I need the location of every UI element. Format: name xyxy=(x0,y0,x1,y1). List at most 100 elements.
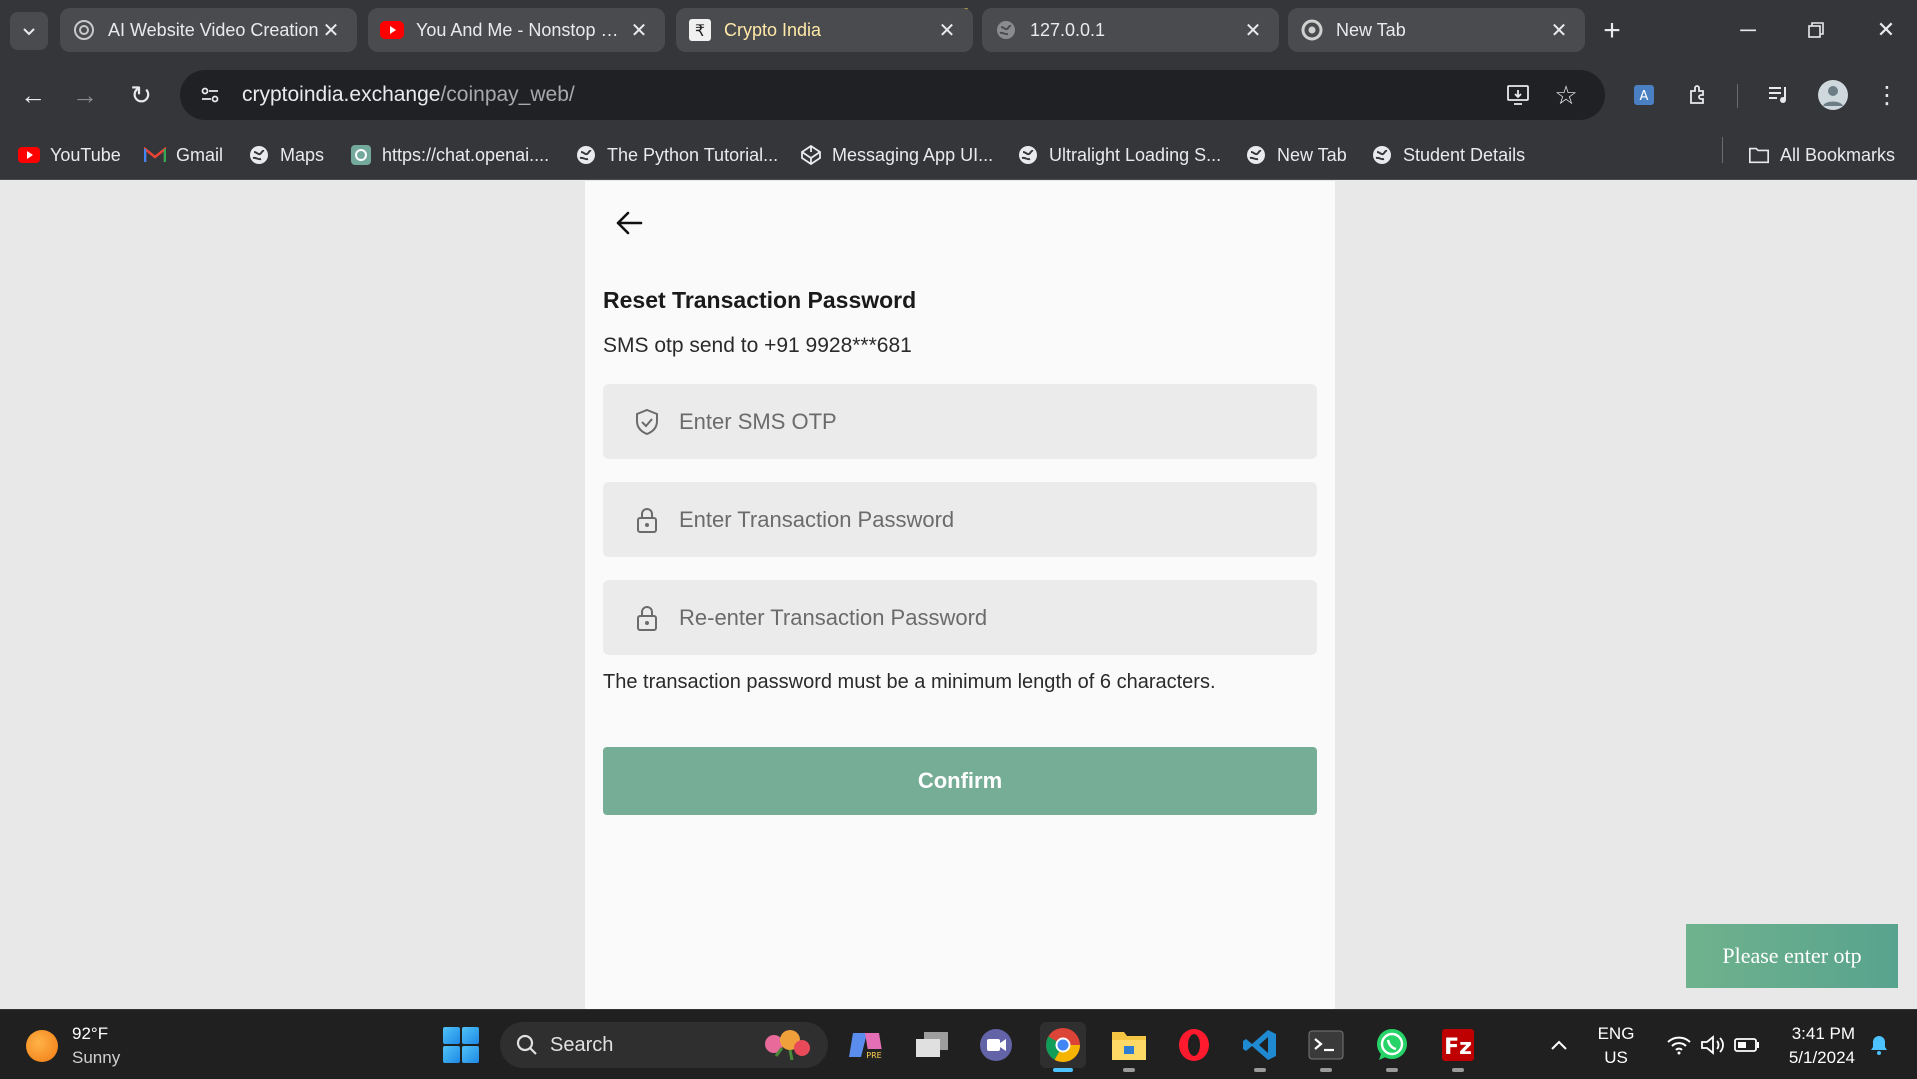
windows-logo-tile xyxy=(462,1027,479,1044)
back-button[interactable]: ← xyxy=(12,74,54,116)
bookmark-gmail[interactable]: Gmail xyxy=(144,140,223,170)
running-indicator xyxy=(1123,1068,1135,1072)
notifications-button[interactable] xyxy=(1864,1010,1894,1079)
url-domain: cryptoindia.exchange xyxy=(242,83,441,106)
minimize-button[interactable]: ─ xyxy=(1720,8,1776,52)
bookmark-star-icon[interactable]: ☆ xyxy=(1544,73,1588,117)
weather-text: 92°F Sunny xyxy=(72,1022,120,1070)
shield-check-icon xyxy=(633,407,661,437)
close-icon[interactable]: ✕ xyxy=(1547,18,1571,42)
forward-button[interactable]: → xyxy=(64,74,106,116)
close-icon[interactable]: ✕ xyxy=(935,18,959,42)
close-icon[interactable]: ✕ xyxy=(627,18,651,42)
extensions-icon[interactable] xyxy=(1678,74,1720,116)
tab-new-tab[interactable]: New Tab ✕ xyxy=(1288,8,1585,52)
show-hidden-icons-button[interactable] xyxy=(1541,1010,1577,1079)
confirm-button[interactable]: Confirm xyxy=(603,747,1317,815)
chrome-icon xyxy=(1046,1028,1080,1062)
tab-title: AI Website Video Creation xyxy=(108,19,319,40)
new-tab-button[interactable]: + xyxy=(1593,12,1631,50)
bookmark-ultralight-loading[interactable]: Ultralight Loading S... xyxy=(1017,140,1221,170)
translate-extension-icon[interactable]: A xyxy=(1623,74,1665,116)
reenter-password-input[interactable] xyxy=(679,604,1279,631)
volume-icon xyxy=(1701,1035,1724,1055)
folder-icon xyxy=(1748,144,1770,166)
bookmark-label: YouTube xyxy=(50,144,121,165)
tab-crypto-india[interactable]: ₹ Crypto India ✕ xyxy=(676,8,973,52)
clock[interactable]: 3:41 PM 5/1/2024 xyxy=(1775,1022,1855,1070)
bookmark-chatgpt[interactable]: https://chat.openai.... xyxy=(350,140,549,170)
start-button[interactable] xyxy=(443,1027,479,1063)
taskbar-task-view[interactable] xyxy=(909,1022,955,1068)
svg-text:Fz: Fz xyxy=(1444,1035,1472,1060)
bookmarks-divider xyxy=(1722,137,1723,163)
taskbar-vscode[interactable] xyxy=(1237,1022,1283,1072)
bookmark-youtube[interactable]: YouTube xyxy=(18,140,121,170)
tab-ai-website[interactable]: AI Website Video Creation ✕ xyxy=(60,8,357,52)
plus-icon: + xyxy=(1603,14,1621,47)
page-title: Reset Transaction Password xyxy=(603,287,917,313)
taskbar-search[interactable]: Search xyxy=(500,1022,828,1068)
bookmark-new-tab[interactable]: New Tab xyxy=(1245,140,1347,170)
transaction-password-field[interactable] xyxy=(603,482,1317,557)
quick-settings-button[interactable] xyxy=(1658,1010,1768,1079)
wifi-icon xyxy=(1667,1036,1691,1055)
taskbar-filezilla[interactable]: Fz xyxy=(1435,1022,1481,1072)
region-code: US xyxy=(1604,1048,1628,1067)
reenter-password-field[interactable] xyxy=(603,580,1317,655)
taskbar-copilot[interactable]: PRE xyxy=(843,1022,889,1068)
reload-icon: ↻ xyxy=(130,79,152,110)
site-info-icon[interactable] xyxy=(188,73,232,117)
taskbar-opera[interactable] xyxy=(1171,1022,1217,1068)
bookmark-maps[interactable]: Maps xyxy=(248,140,324,170)
vscode-icon xyxy=(1243,1030,1276,1060)
taskbar-whatsapp[interactable] xyxy=(1369,1022,1415,1072)
tab-search-button[interactable] xyxy=(10,12,48,50)
sun-icon xyxy=(26,1030,58,1062)
language-indicator[interactable]: ENG US xyxy=(1592,1022,1640,1070)
running-indicator xyxy=(1386,1068,1398,1072)
sms-otp-input[interactable] xyxy=(679,408,1279,435)
taskbar-file-explorer[interactable] xyxy=(1106,1022,1152,1072)
search-label: Search xyxy=(550,1033,614,1056)
back-arrow-button[interactable] xyxy=(609,203,649,243)
all-bookmarks-button[interactable]: All Bookmarks xyxy=(1748,140,1895,170)
address-bar[interactable]: cryptoindia.exchange/coinpay_web/ ☆ xyxy=(180,70,1605,120)
sms-otp-field[interactable] xyxy=(603,384,1317,459)
bookmark-messaging-app[interactable]: Messaging App UI... xyxy=(800,140,993,170)
flowers-icon xyxy=(765,1030,810,1061)
taskbar-terminal[interactable] xyxy=(1303,1022,1349,1072)
reset-password-card: Reset Transaction Password SMS otp send … xyxy=(585,181,1335,1009)
tab-title: 127.0.0.1 xyxy=(1030,19,1106,40)
url-path: /coinpay_web/ xyxy=(440,83,575,106)
folder-icon xyxy=(1112,1032,1146,1060)
codepen-icon xyxy=(800,144,822,166)
tab-localhost[interactable]: 127.0.0.1 ✕ xyxy=(982,8,1279,52)
restore-button[interactable] xyxy=(1788,8,1844,52)
close-icon[interactable]: ✕ xyxy=(1241,18,1265,42)
kebab-menu-icon[interactable]: ⋮ xyxy=(1866,74,1908,116)
close-window-button[interactable]: ✕ xyxy=(1858,8,1914,52)
bookmark-python-tutorial[interactable]: The Python Tutorial... xyxy=(575,140,778,170)
profile-avatar[interactable] xyxy=(1812,74,1854,116)
terminal-icon xyxy=(1308,1030,1344,1060)
bookmark-label: Gmail xyxy=(176,144,224,165)
close-icon[interactable]: ✕ xyxy=(319,18,343,42)
bookmark-label: The Python Tutorial... xyxy=(607,144,779,165)
arrow-right-icon: → xyxy=(72,79,98,110)
page-background: Reset Transaction Password SMS otp send … xyxy=(0,181,1917,1009)
globe-icon xyxy=(248,144,270,166)
minimize-icon: ─ xyxy=(1740,17,1756,42)
lock-icon xyxy=(633,505,661,535)
taskbar-chrome[interactable] xyxy=(1040,1022,1086,1072)
weather-widget[interactable]: 92°F Sunny xyxy=(26,1022,120,1070)
install-app-icon[interactable] xyxy=(1496,73,1540,117)
transaction-password-input[interactable] xyxy=(679,506,1279,533)
taskbar-meet[interactable] xyxy=(973,1022,1019,1068)
media-control-icon[interactable] xyxy=(1758,74,1800,116)
rupee-icon: ₹ xyxy=(688,18,712,42)
tab-youtube[interactable]: You And Me - Nonstop Party ✕ xyxy=(368,8,665,52)
reload-button[interactable]: ↻ xyxy=(120,74,162,116)
bookmark-student-details[interactable]: Student Details xyxy=(1371,140,1525,170)
clock-time: 3:41 PM xyxy=(1791,1024,1855,1043)
